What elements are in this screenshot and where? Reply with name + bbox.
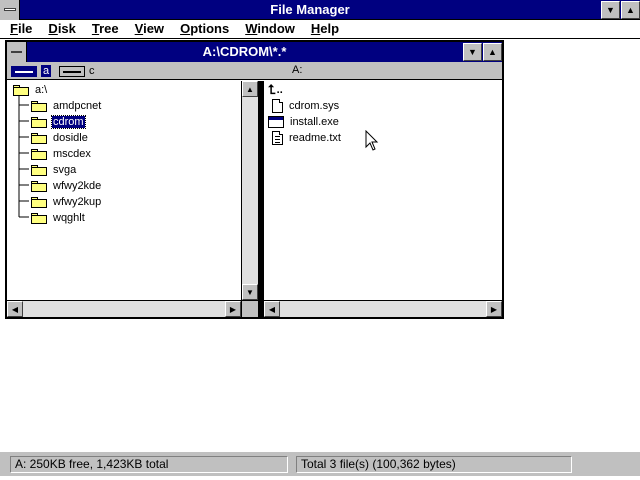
folder-icon — [31, 212, 47, 224]
folder-icon — [31, 196, 47, 208]
system-menu-icon — [11, 51, 22, 53]
window-maximize-button[interactable]: ▲ — [483, 43, 502, 61]
scroll-left-button[interactable]: ◀ — [264, 301, 280, 317]
directory-tree-pane[interactable]: a:\ amdpcnet cdrom dosidle mscdex svga w… — [7, 81, 259, 317]
menu-view[interactable]: View — [125, 20, 170, 38]
tree-item-selected[interactable]: cdrom — [31, 114, 86, 130]
menu-window[interactable]: Window — [235, 20, 301, 38]
directory-window-title-bar[interactable]: A:\CDROM\*.* ▼ ▲ — [7, 42, 502, 62]
tree-item[interactable]: amdpcnet — [31, 98, 102, 114]
drive-c-button[interactable]: c — [59, 64, 95, 78]
maximize-arrow-icon: ▲ — [626, 5, 635, 15]
open-folder-icon — [31, 116, 47, 128]
scroll-right-button[interactable]: ▶ — [225, 301, 241, 317]
tree-item[interactable]: dosidle — [31, 130, 89, 146]
drive-c-label: c — [89, 65, 95, 77]
menu-bar: File Disk Tree View Options Window Help — [0, 20, 640, 39]
app-title: File Manager — [270, 2, 350, 17]
right-arrow-icon: ▶ — [229, 304, 237, 314]
drive-a-label: a — [41, 65, 52, 77]
file-item[interactable]: readme.txt — [272, 130, 342, 146]
file-count-status: Total 3 file(s) (100,362 bytes) — [296, 456, 572, 473]
drive-bar: a c A: — [7, 62, 502, 80]
right-arrow-icon: ▶ — [490, 304, 498, 314]
directory-window-title: A:\CDROM\*.* — [202, 44, 287, 59]
app-title-bar[interactable]: File Manager ▼ ▲ — [0, 0, 640, 20]
tree-root-label: a:\ — [35, 84, 48, 96]
tree-item[interactable]: wfwy2kup — [31, 194, 102, 210]
scroll-left-button[interactable]: ◀ — [7, 301, 23, 317]
file-item[interactable]: cdrom.sys — [272, 98, 340, 114]
down-arrow-icon: ▼ — [246, 287, 254, 297]
menu-tree[interactable]: Tree — [82, 20, 125, 38]
tree-root[interactable]: a:\ — [13, 82, 48, 98]
text-file-icon — [272, 131, 283, 145]
minimize-arrow-icon: ▼ — [468, 47, 477, 57]
tree-item[interactable]: wqghlt — [31, 210, 86, 226]
maximize-arrow-icon: ▲ — [488, 47, 497, 57]
app-minimize-button[interactable]: ▼ — [601, 1, 620, 19]
disk-space-status: A: 250KB free, 1,423KB total — [10, 456, 288, 473]
scrollbar-corner — [241, 300, 258, 317]
program-icon — [268, 116, 284, 128]
hard-drive-icon — [59, 65, 85, 77]
left-arrow-icon: ◀ — [11, 304, 19, 314]
scroll-right-button[interactable]: ▶ — [486, 301, 502, 317]
up-arrow-icon: ▲ — [246, 84, 254, 94]
left-arrow-icon: ◀ — [268, 304, 276, 314]
window-minimize-button[interactable]: ▼ — [463, 43, 482, 61]
file-list-pane[interactable]: ⮤ .. cdrom.sys install.exe readme.txt ◀ … — [263, 81, 502, 317]
scroll-up-button[interactable]: ▲ — [242, 81, 258, 97]
menu-file[interactable]: File — [0, 20, 38, 38]
folder-icon — [31, 100, 47, 112]
tree-item[interactable]: svga — [31, 162, 77, 178]
parent-directory-item[interactable]: ⮤ .. — [268, 82, 284, 98]
scroll-down-button[interactable]: ▼ — [242, 284, 258, 300]
current-drive-label: A: — [292, 64, 303, 76]
tree-item[interactable]: wfwy2kde — [31, 178, 102, 194]
menu-help[interactable]: Help — [301, 20, 345, 38]
minimize-arrow-icon: ▼ — [606, 5, 615, 15]
folder-icon — [31, 148, 47, 160]
document-icon — [272, 99, 283, 113]
folder-icon — [31, 164, 47, 176]
menu-options[interactable]: Options — [170, 20, 235, 38]
drive-a-button[interactable]: a — [11, 64, 52, 78]
tree-vertical-scrollbar[interactable]: ▲ ▼ — [241, 81, 258, 300]
window-system-menu-button[interactable] — [7, 42, 27, 62]
tree-item[interactable]: mscdex — [31, 146, 92, 162]
menu-disk[interactable]: Disk — [38, 20, 81, 38]
open-folder-icon — [13, 84, 29, 96]
floppy-drive-icon — [11, 65, 37, 77]
app-maximize-button[interactable]: ▲ — [621, 1, 640, 19]
file-item[interactable]: install.exe — [268, 114, 340, 130]
folder-icon — [31, 180, 47, 192]
file-horizontal-scrollbar[interactable]: ◀ ▶ — [264, 300, 502, 317]
system-menu-icon — [4, 8, 16, 11]
directory-window[interactable]: A:\CDROM\*.* ▼ ▲ a c A: a:\ amdpcnet cdr… — [5, 40, 504, 319]
mouse-cursor-icon — [365, 130, 379, 151]
app-system-menu-button[interactable] — [0, 0, 20, 20]
folder-icon — [31, 132, 47, 144]
status-bar: A: 250KB free, 1,423KB total Total 3 fil… — [0, 451, 640, 476]
tree-horizontal-scrollbar[interactable]: ◀ ▶ — [7, 300, 241, 317]
up-arrow-icon: ⮤ — [268, 82, 276, 97]
